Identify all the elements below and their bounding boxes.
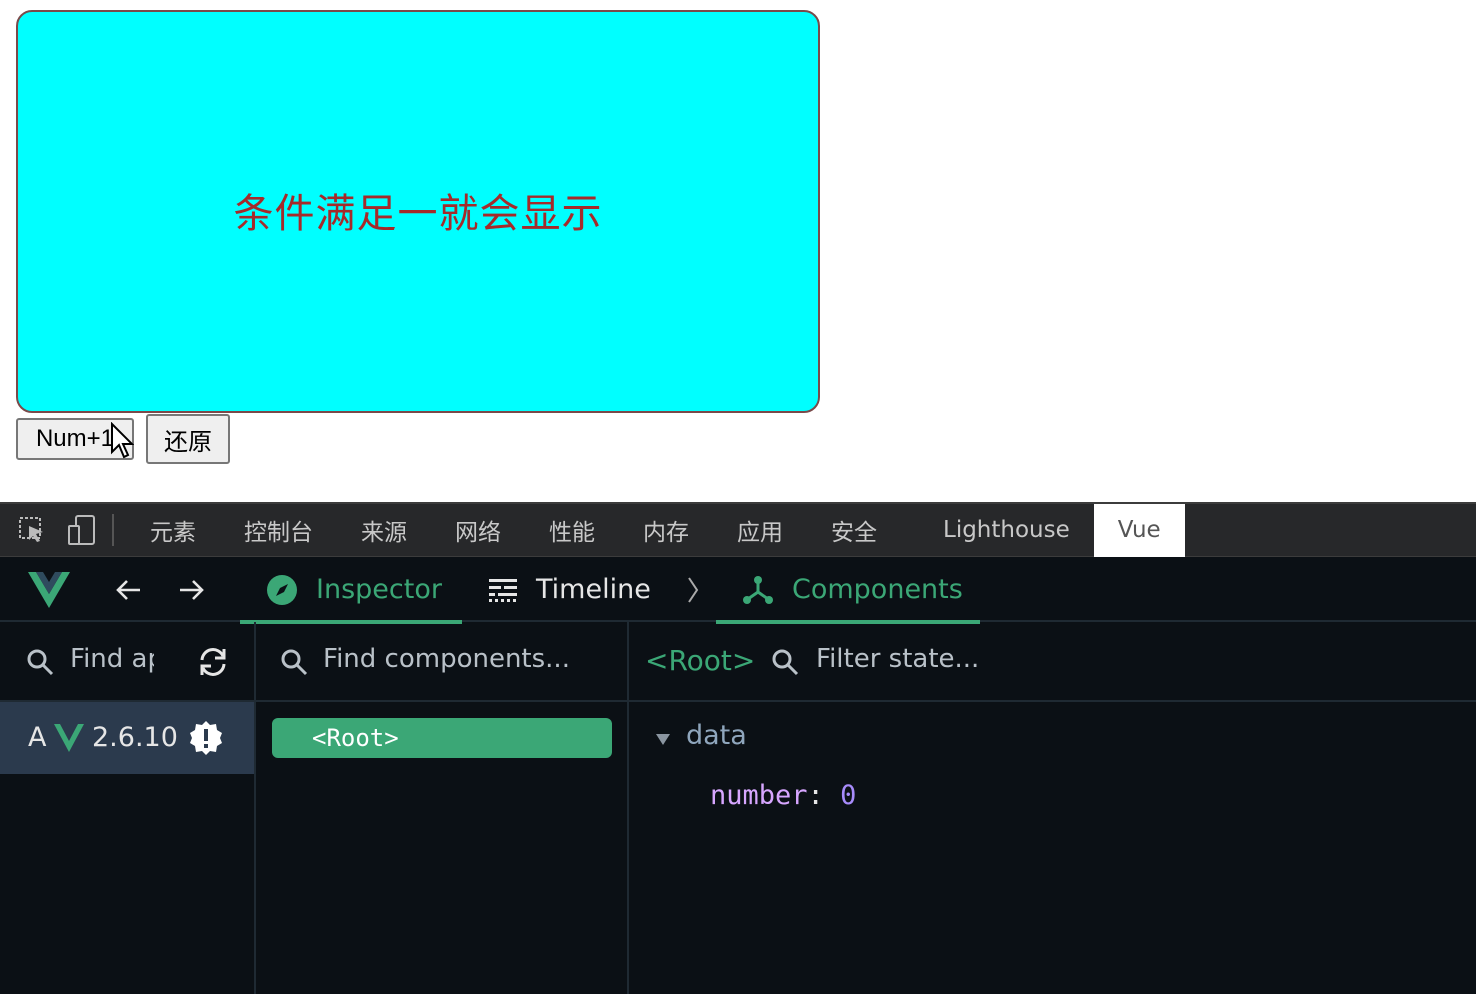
toolbar-divider	[112, 514, 114, 546]
tab-elements[interactable]: 元素	[126, 504, 220, 557]
apps-search-row: Find apps...	[0, 622, 254, 702]
selected-component-name: <Root>	[645, 644, 756, 677]
devtools-panel: 元素 控制台 来源 网络 性能 内存 应用 安全 Lighthouse Vue	[0, 502, 1476, 994]
tab-security[interactable]: 安全	[807, 504, 919, 557]
back-arrow-icon[interactable]	[114, 557, 142, 622]
device-toggle-icon[interactable]	[64, 512, 100, 548]
warning-badge-icon	[190, 721, 222, 755]
state-inspector-panel: <Root> Filter state... data number: 0	[629, 622, 1476, 994]
app-item[interactable]: A 2.6.10	[0, 702, 254, 774]
tab-vue[interactable]: Vue	[1093, 503, 1185, 557]
components-tree-icon	[743, 575, 773, 604]
tab-inspector-label: Inspector	[316, 574, 442, 605]
state-search-row: <Root> Filter state...	[629, 622, 1476, 702]
vue-version-logo-icon	[54, 724, 84, 752]
state-section-data[interactable]: data	[686, 720, 747, 751]
refresh-icon[interactable]	[196, 646, 230, 678]
tab-performance[interactable]: 性能	[525, 504, 619, 557]
tab-console[interactable]: 控制台	[220, 504, 337, 557]
search-icon	[772, 649, 799, 676]
search-icon	[281, 649, 308, 676]
vue-version: 2.6.10	[92, 722, 178, 753]
page-viewport: 条件满足一就会显示 Num+1 还原	[0, 0, 1476, 502]
reset-button[interactable]: 还原	[146, 414, 230, 464]
apps-panel: Find apps... A 2.6.10	[0, 622, 256, 994]
inspect-element-icon[interactable]	[14, 512, 50, 548]
conditional-box: 条件满足一就会显示	[16, 10, 820, 413]
tab-components[interactable]: Components	[716, 557, 980, 624]
tab-memory[interactable]: 内存	[619, 504, 713, 557]
state-key: number	[710, 780, 808, 811]
chevron-right-icon	[686, 557, 700, 622]
components-search-input[interactable]: Find components...	[323, 644, 613, 674]
tab-timeline-label: Timeline	[536, 574, 651, 605]
timeline-icon	[489, 578, 517, 602]
tab-components-label: Components	[792, 574, 963, 605]
tab-sources[interactable]: 来源	[337, 504, 431, 557]
search-icon	[27, 649, 54, 676]
tab-inspector[interactable]: Inspector	[240, 557, 462, 624]
conditional-box-text: 条件满足一就会显示	[233, 190, 603, 237]
components-tree-panel: Find components... <Root>	[256, 622, 629, 994]
vue-logo-icon	[28, 557, 70, 622]
filter-state-input[interactable]: Filter state...	[816, 644, 1116, 674]
app-letter: A	[28, 722, 47, 753]
tab-timeline[interactable]: Timeline	[488, 557, 651, 622]
mouse-cursor-icon	[111, 422, 134, 459]
vue-devtools-nav: Inspector Timeline Components	[0, 557, 1476, 624]
state-value[interactable]: 0	[840, 780, 856, 811]
components-search-row: Find components...	[256, 622, 627, 702]
expand-triangle-icon[interactable]	[655, 732, 671, 746]
component-tree-node-root[interactable]: <Root>	[272, 718, 612, 758]
tab-application[interactable]: 应用	[713, 504, 807, 557]
devtools-tabbar: 元素 控制台 来源 网络 性能 内存 应用 安全 Lighthouse Vue	[0, 502, 1476, 557]
compass-icon	[267, 574, 297, 605]
forward-arrow-icon[interactable]	[178, 557, 206, 622]
state-property-row[interactable]: number: 0	[710, 780, 856, 811]
tab-network[interactable]: 网络	[431, 504, 525, 557]
tab-lighthouse[interactable]: Lighthouse	[919, 504, 1094, 557]
state-colon: :	[807, 780, 824, 811]
apps-search-input[interactable]: Find apps...	[70, 644, 154, 674]
